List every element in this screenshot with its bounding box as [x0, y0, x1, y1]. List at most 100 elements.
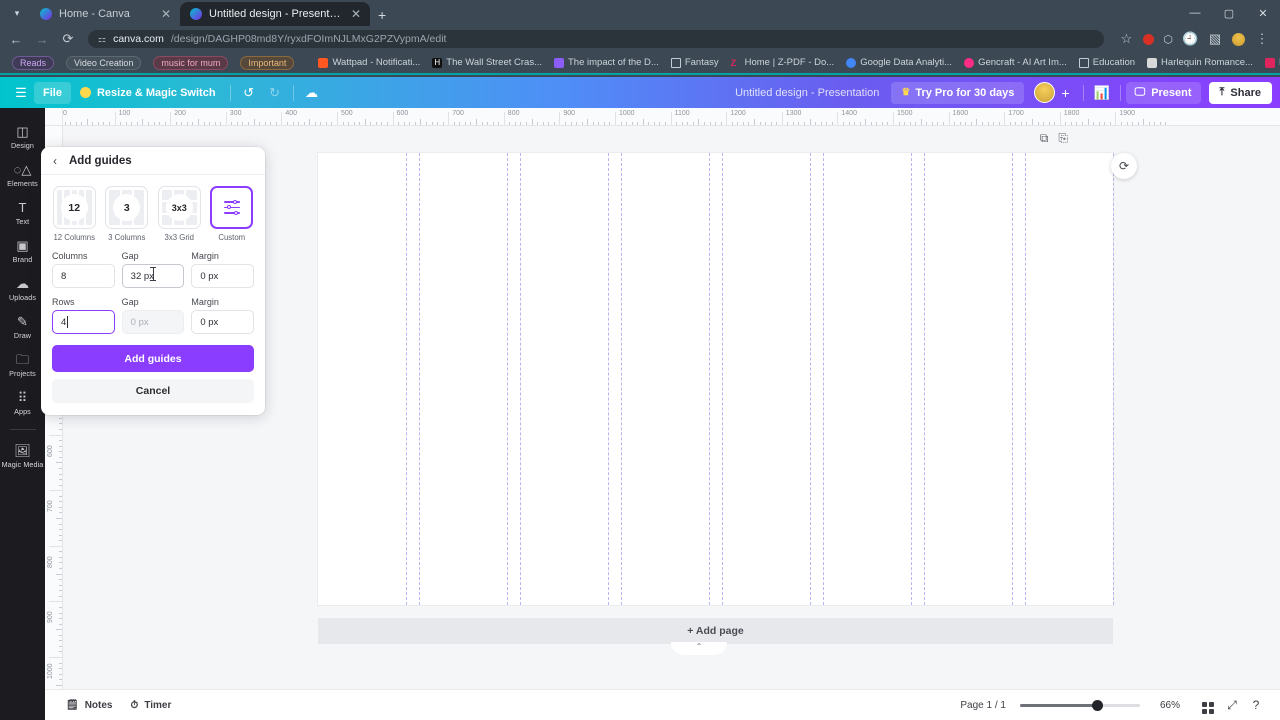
address-bar[interactable]: ⚏ canva.com/design/DAGHP08md8Y/ryxdFOImN… — [88, 30, 1105, 48]
sidebar-item-apps[interactable]: ⠿ Apps — [0, 384, 45, 422]
bookmark-label: music for mum — [153, 55, 229, 70]
new-tab-button[interactable]: + — [370, 7, 394, 26]
bookmark-item[interactable]: Video Creation — [60, 54, 147, 72]
ruler-label: 1000 — [47, 663, 54, 679]
add-guides-button[interactable]: Add guides — [52, 345, 254, 372]
resize-magic-switch-button[interactable]: Resize & Magic Switch — [71, 82, 225, 104]
design-title[interactable]: Untitled design - Presentation — [735, 87, 879, 99]
ruler-minor-tick — [904, 122, 906, 125]
cloud-saved-icon[interactable]: ☁ — [299, 82, 325, 104]
fullscreen-expand-icon[interactable]: ⤢ — [1220, 698, 1244, 713]
extensions-puzzle-icon[interactable]: ⬡ — [1163, 33, 1173, 46]
site-settings-icon[interactable]: ⚏ — [98, 34, 106, 45]
bookmark-item[interactable]: Harlequin Romance... — [1141, 55, 1259, 70]
ruler-minor-tick — [398, 122, 400, 125]
column-margin-input[interactable]: 0 px — [191, 264, 255, 288]
sidebar-item-design[interactable]: ◫ Design — [0, 118, 45, 156]
browser-tab-0[interactable]: Home - Canva ✕ — [30, 2, 180, 26]
bookmark-item[interactable]: Wattpad - Notificati... — [312, 55, 426, 70]
close-window-button[interactable]: ✕ — [1246, 0, 1280, 26]
file-menu-button[interactable]: File — [34, 81, 71, 104]
rows-input[interactable]: 4 — [52, 310, 115, 334]
ruler-tick — [559, 112, 561, 125]
bookmark-item[interactable]: The impact of the D... — [548, 55, 665, 70]
animate-rotate-icon[interactable]: ⟳ — [1111, 153, 1137, 179]
bookmark-item[interactable]: Fantasy — [665, 55, 725, 70]
collapse-panel-button[interactable]: ⌃ — [671, 642, 727, 655]
insights-bar-chart-icon[interactable]: 📊 — [1089, 82, 1115, 104]
row-margin-input[interactable]: 0 px — [191, 310, 255, 334]
ruler-minor-tick — [298, 122, 300, 125]
maximize-button[interactable]: ▢ — [1212, 0, 1246, 26]
close-icon[interactable]: ✕ — [161, 8, 171, 20]
share-label: Share — [1230, 86, 1261, 99]
sidebar-item-label: Apps — [14, 407, 31, 416]
bookmark-item[interactable]: Reads — [6, 54, 60, 72]
sidebar-item-text[interactable]: T Text — [0, 194, 45, 232]
browser-tab-1[interactable]: Untitled design - Presentation ✕ — [180, 2, 370, 26]
add-page-icon[interactable]: ⎘ — [1058, 131, 1068, 146]
split-view-icon[interactable]: ▧ — [1207, 31, 1223, 47]
history-icon[interactable]: 🕘 — [1182, 31, 1198, 47]
preset-custom[interactable]: Custom — [210, 186, 255, 242]
ruler-minor-tick — [492, 122, 494, 125]
share-button[interactable]: ⤒ Share — [1208, 81, 1272, 104]
columns-input[interactable]: 8 — [52, 264, 115, 288]
kebab-menu-icon[interactable]: ⋮ — [1254, 31, 1270, 47]
design-page-canvas[interactable] — [318, 153, 1114, 605]
bookmark-item[interactable]: Gencraft - AI Art Im... — [958, 55, 1073, 70]
grid-view-icon[interactable] — [1196, 696, 1220, 714]
close-icon[interactable]: ✕ — [351, 8, 361, 20]
preset-3x3-grid[interactable]: 3x3 3x3 Grid — [157, 186, 202, 242]
bookmark-item[interactable]: Free Download Books — [1259, 55, 1280, 70]
ruler-minor-tick — [437, 122, 439, 125]
sidebar-item-uploads[interactable]: ☁ Uploads — [0, 270, 45, 308]
bookmark-item[interactable]: Z Home | Z-PDF - Do... — [725, 55, 841, 70]
bookmark-item[interactable]: H The Wall Street Cras... — [426, 55, 548, 70]
arrow-left-icon[interactable]: ← — [8, 32, 24, 47]
bookmark-star-icon[interactable]: ☆ — [1118, 31, 1134, 47]
present-button[interactable]: 🖵 Present — [1125, 81, 1201, 104]
sidebar-item-draw[interactable]: ✎ Draw — [0, 308, 45, 346]
book-icon — [1264, 57, 1275, 68]
redo-icon[interactable]: ↻ — [262, 82, 288, 104]
ruler-minor-tick — [842, 122, 844, 125]
hamburger-icon[interactable]: ☰ — [8, 85, 34, 101]
sidebar-item-brand[interactable]: ▣ Brand — [0, 232, 45, 270]
tab-search-dropdown-icon[interactable]: ▾ — [4, 2, 30, 24]
profile-avatar[interactable] — [1232, 32, 1245, 46]
sidebar-item-magic-media[interactable]: 🖼 Magic Media — [0, 437, 45, 475]
zoom-slider[interactable] — [1019, 699, 1140, 711]
bookmark-item[interactable]: music for mum — [147, 54, 234, 72]
minimize-button[interactable]: — — [1178, 0, 1212, 26]
undo-icon[interactable]: ↺ — [236, 82, 262, 104]
chevron-left-icon[interactable]: ‹ — [53, 155, 57, 167]
bookmark-item[interactable]: Important — [234, 54, 300, 72]
sidebar-item-projects[interactable]: 🗀 Projects — [0, 346, 45, 384]
zoom-slider-knob[interactable] — [1091, 699, 1103, 711]
ruler-label: 1900 — [1119, 110, 1135, 117]
avatar[interactable] — [1034, 82, 1056, 103]
reload-icon[interactable]: ⟳ — [60, 31, 76, 47]
bookmark-item[interactable]: Education — [1073, 55, 1141, 70]
preset-3-columns[interactable]: 3 3 Columns — [105, 186, 150, 242]
bookmark-item[interactable]: Google Data Analyti... — [840, 55, 958, 70]
timer-button[interactable]: ⏱ Timer — [122, 700, 181, 711]
row-gap-input[interactable]: 0 px — [121, 310, 185, 334]
duplicate-page-icon[interactable]: ⧉ — [1040, 131, 1049, 146]
cancel-button[interactable]: Cancel — [52, 379, 254, 403]
sidebar-item-label: Draw — [13, 331, 32, 340]
horizontal-ruler[interactable]: 0 100 200 300 400 500 600 700 800 900 1000 1100 1200… — [63, 108, 1280, 126]
add-page-button[interactable]: + Add page — [318, 618, 1113, 644]
column-gap-input[interactable]: 32 px — [121, 264, 185, 288]
notes-button[interactable]: 🗒 Notes — [57, 700, 122, 711]
add-collaborator-button[interactable]: + — [1061, 85, 1069, 101]
ruler-minor-tick — [993, 122, 995, 125]
extension-icon[interactable] — [1143, 33, 1155, 45]
help-question-icon[interactable]: ? — [1244, 698, 1268, 712]
preset-12-columns[interactable]: 12 12 Columns — [52, 186, 97, 242]
arrow-right-icon[interactable]: → — [34, 32, 50, 47]
try-pro-button[interactable]: ♛ Try Pro for 30 days — [891, 81, 1025, 104]
ruler-tick — [448, 112, 450, 125]
sidebar-item-elements[interactable]: ◌△ Elements — [0, 156, 45, 194]
